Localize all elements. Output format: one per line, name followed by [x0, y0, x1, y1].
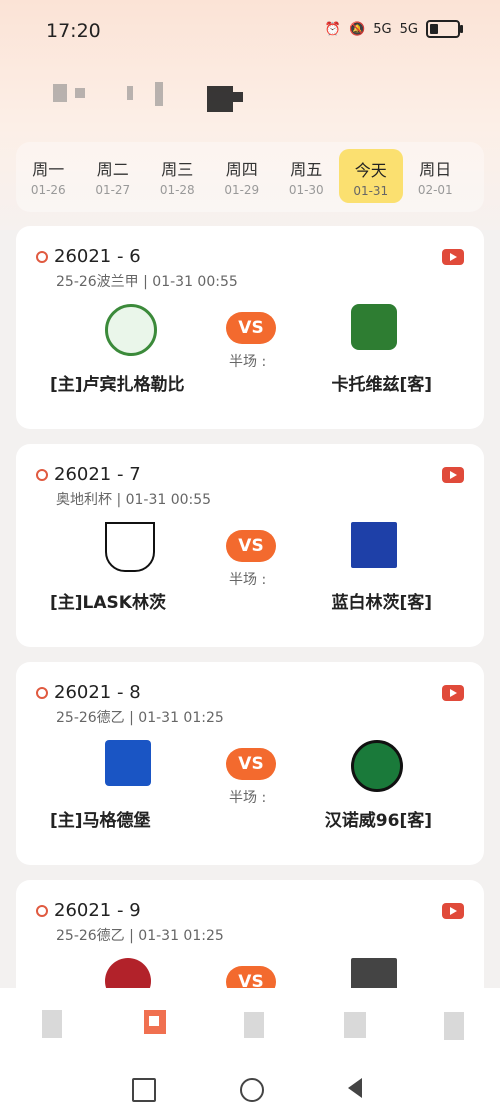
blurred-header — [45, 78, 265, 118]
day-tab-1[interactable]: 周二 01-27 — [81, 142, 146, 212]
video-icon[interactable] — [442, 249, 464, 265]
away-team-name: 蓝白林茨[客] — [331, 593, 432, 613]
match-code: 26021 - 8 — [54, 682, 141, 703]
half-time-score: 半场 : — [229, 354, 267, 370]
day-tab-0[interactable]: 周一 01-26 — [16, 142, 81, 212]
week-selector: 周一 01-26 周二 01-27 周三 01-28 周四 01-29 周五 01-30 … — [16, 142, 484, 212]
nav-tab-1[interactable] — [40, 1008, 66, 1042]
day-tab-3[interactable]: 周四 01-29 — [210, 142, 275, 212]
signal-icon-2: 5G — [399, 21, 418, 37]
match-dot-icon — [36, 905, 48, 917]
home-team-logo — [105, 304, 157, 356]
mute-icon: 🔕 — [349, 21, 366, 37]
signal-icon-1: 5G — [373, 21, 392, 37]
match-code: 26021 - 7 — [54, 464, 141, 485]
match-card[interactable]: 26021 - 7 奥地利杯 | 01-31 00:55 VS 半场 : [主]… — [16, 444, 484, 647]
day-tab-6[interactable]: 周日 02-01 — [403, 142, 468, 212]
day-tab-2[interactable]: 周三 01-28 — [145, 142, 210, 212]
away-team-name: 汉诺威96[客] — [324, 811, 432, 831]
video-icon[interactable] — [442, 903, 464, 919]
match-card[interactable]: 26021 - 8 25-26德乙 | 01-31 01:25 VS 半场 : … — [16, 662, 484, 865]
away-team-name: 卡托维兹[客] — [331, 375, 432, 395]
vs-badge: VS — [226, 748, 276, 780]
alarm-icon: ⏰ — [324, 21, 342, 37]
home-team-name: [主]马格德堡 — [50, 811, 151, 831]
away-team-logo — [351, 740, 403, 792]
vs-badge: VS — [226, 312, 276, 344]
match-dot-icon — [36, 469, 48, 481]
match-card[interactable]: 26021 - 6 25-26波兰甲 | 01-31 00:55 VS 半场 :… — [16, 226, 484, 429]
home-team-logo — [105, 740, 151, 786]
away-team-logo — [351, 522, 397, 568]
home-team-name: [主]LASK林茨 — [50, 593, 166, 613]
nav-tab-2-active[interactable] — [142, 1008, 168, 1042]
status-bar: 17:20 ⏰ 🔕 5G 5G — [0, 0, 500, 60]
half-time-score: 半场 : — [229, 572, 267, 588]
back-button[interactable] — [348, 1078, 362, 1098]
home-button[interactable] — [240, 1078, 264, 1102]
nav-tab-5[interactable] — [442, 1008, 468, 1042]
match-code: 26021 - 6 — [54, 246, 141, 267]
match-dot-icon — [36, 687, 48, 699]
nav-tab-3[interactable] — [242, 1008, 268, 1042]
nav-tab-4[interactable] — [342, 1008, 368, 1042]
video-icon[interactable] — [442, 685, 464, 701]
day-tab-4[interactable]: 周五 01-30 — [274, 142, 339, 212]
match-meta: 25-26德乙 | 01-31 01:25 — [56, 710, 224, 726]
day-tab-today[interactable]: 今天 01-31 — [338, 149, 403, 203]
recent-apps-button[interactable] — [132, 1078, 156, 1102]
match-meta: 25-26波兰甲 | 01-31 00:55 — [56, 274, 238, 290]
status-icons: ⏰ 🔕 5G 5G — [324, 20, 463, 38]
match-meta: 奥地利杯 | 01-31 00:55 — [56, 492, 212, 508]
video-icon[interactable] — [442, 467, 464, 483]
battery-icon — [426, 20, 463, 38]
away-team-logo — [351, 304, 397, 350]
home-team-name: [主]卢宾扎格勒比 — [50, 375, 185, 395]
match-meta: 25-26德乙 | 01-31 01:25 — [56, 928, 224, 944]
match-code: 26021 - 9 — [54, 900, 141, 921]
home-team-logo — [105, 522, 155, 572]
match-dot-icon — [36, 251, 48, 263]
half-time-score: 半场 : — [229, 790, 267, 806]
vs-badge: VS — [226, 530, 276, 562]
clock: 17:20 — [46, 20, 101, 42]
